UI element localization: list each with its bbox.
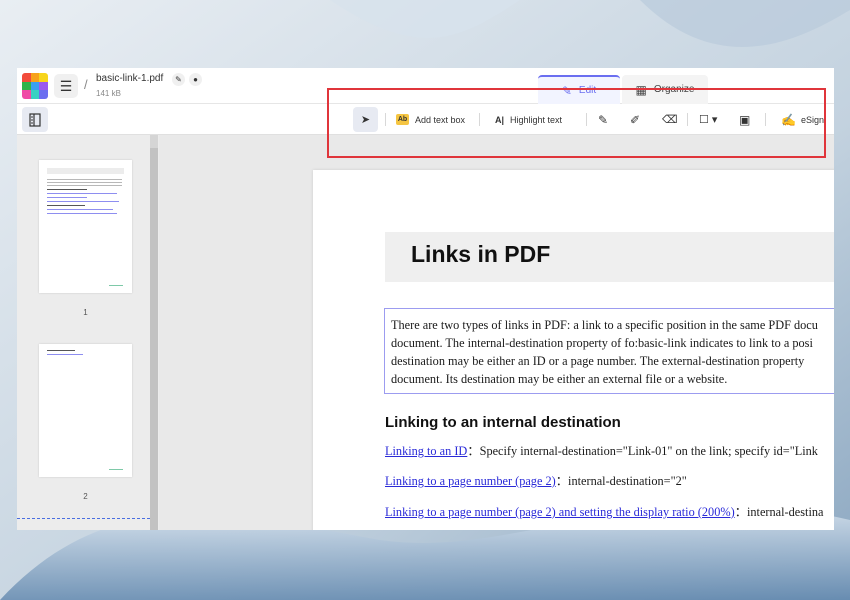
page-thumbnail-2[interactable] [39,344,132,477]
path-separator: / [84,77,88,92]
intro-paragraph-line: There are two types of links in PDF: a l… [391,318,818,332]
lock-file-button[interactable]: ● [189,73,202,86]
thumbnail-scrollbar-thumb[interactable] [150,148,158,530]
file-name: basic-link-1.pdf [96,73,164,84]
thumbnail-insert-indicator [17,518,150,519]
link-row: Linking to a page number (page 2) and se… [385,502,823,520]
lock-icon: ● [193,75,198,84]
highlight-annotation-box [327,88,826,158]
page-thumbnail-number: 1 [83,308,88,317]
title-block: Links in PDF [385,232,834,282]
app-logo[interactable] [22,73,48,99]
link-row: Linking to a page number (page 2)：intern… [385,471,687,489]
link-to-id[interactable]: Linking to an ID [385,444,467,458]
hamburger-icon: ☰ [59,77,73,94]
link-description: ：internal-destination="2" [555,474,687,488]
link-description: ：Specify internal-destination="Link-01" … [467,444,818,458]
section-heading: Linking to an internal destination [385,414,621,431]
pdf-page: Links in PDF There are two types of link… [313,170,834,530]
intro-paragraph-line: destination may be either an ID or a pag… [391,354,805,368]
rename-file-button[interactable]: ✎ [172,73,185,86]
page-title: Links in PDF [411,241,551,267]
page-thumbnail-number: 2 [83,492,88,501]
link-description: ：internal-destina [734,505,824,519]
pencil-icon: ✎ [175,75,182,84]
selected-text-box[interactable]: There are two types of links in PDF: a l… [384,308,834,394]
file-size: 141 kB [96,89,121,98]
intro-paragraph-line: document. Its destination may be either … [391,372,728,386]
link-to-page-2[interactable]: Linking to a page number (page 2) [385,474,556,488]
panel-icon [29,112,41,127]
page-thumbnail-1[interactable] [39,160,132,293]
sidebar-toggle-button[interactable] [22,107,48,132]
document-canvas[interactable]: Links in PDF There are two types of link… [159,135,834,530]
intro-paragraph-line: document. The internal-destination prope… [391,336,813,350]
link-row: Linking to an ID：Specify internal-destin… [385,441,818,459]
link-to-page-2-zoom[interactable]: Linking to a page number (page 2) and se… [385,505,735,519]
hamburger-menu-button[interactable]: ☰ [54,74,78,98]
